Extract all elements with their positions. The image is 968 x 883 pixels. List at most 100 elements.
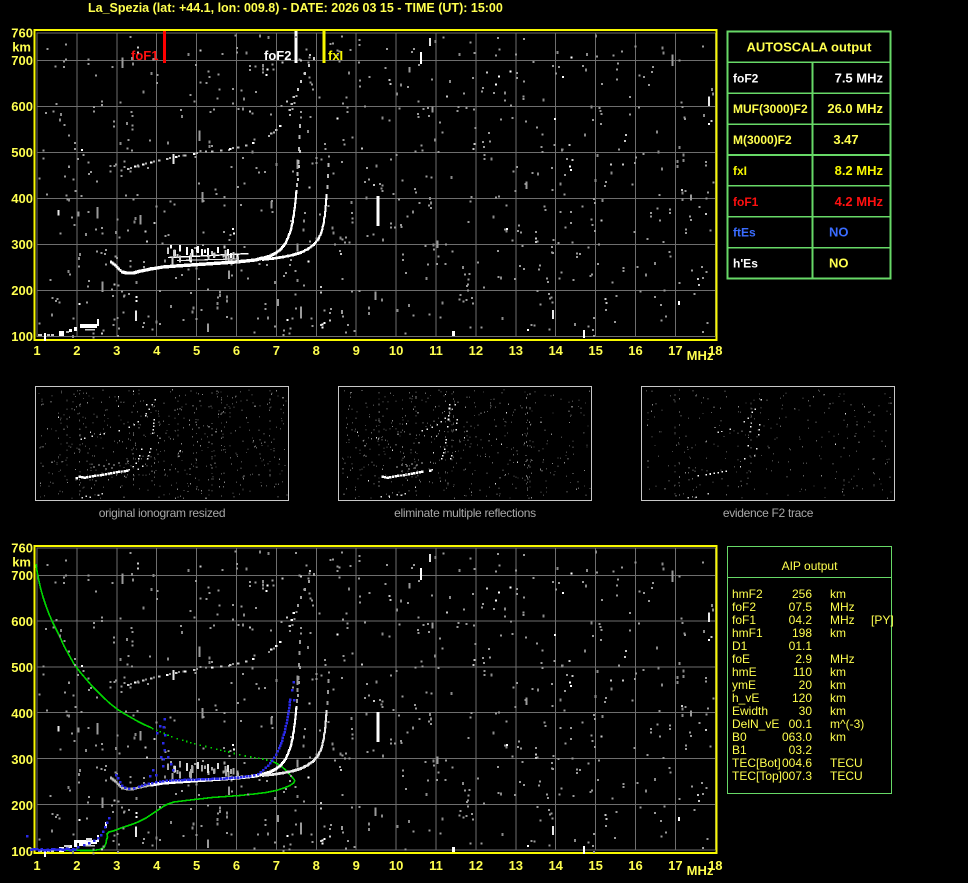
svg-text:km: km — [830, 704, 846, 718]
svg-text:00.1: 00.1 — [789, 717, 813, 731]
svg-text:3: 3 — [113, 343, 120, 358]
svg-text:km: km — [830, 587, 846, 601]
svg-text:760: 760 — [11, 541, 33, 556]
svg-text:400: 400 — [11, 706, 33, 721]
svg-text:original ionogram resized: original ionogram resized — [99, 506, 226, 520]
svg-text:110: 110 — [793, 665, 812, 679]
svg-text:01.1: 01.1 — [789, 639, 813, 653]
svg-text:evidence F2 trace: evidence F2 trace — [723, 506, 814, 520]
svg-text:063.0: 063.0 — [782, 730, 812, 744]
svg-text:04.2: 04.2 — [789, 613, 813, 627]
svg-text:1: 1 — [33, 858, 40, 873]
svg-text:8: 8 — [313, 858, 320, 873]
svg-text:MHz: MHz — [830, 613, 855, 627]
svg-text:15: 15 — [588, 858, 602, 873]
svg-text:8: 8 — [313, 343, 320, 358]
svg-text:TECU: TECU — [830, 769, 863, 783]
svg-text:007.3: 007.3 — [782, 769, 812, 783]
svg-text:ftEs: ftEs — [733, 226, 756, 240]
svg-text:MHz: MHz — [687, 348, 714, 363]
svg-text:NO: NO — [829, 256, 849, 271]
svg-text:km: km — [830, 730, 846, 744]
svg-text:4: 4 — [153, 343, 161, 358]
svg-text:6: 6 — [233, 343, 240, 358]
svg-text:17: 17 — [668, 858, 682, 873]
svg-text:2: 2 — [73, 343, 80, 358]
svg-text:TEC[Top]: TEC[Top] — [732, 769, 782, 783]
svg-text:foF2: foF2 — [733, 71, 759, 85]
svg-text:M(3000)F2: M(3000)F2 — [733, 133, 792, 147]
svg-text:200: 200 — [11, 798, 33, 813]
svg-text:100: 100 — [11, 329, 33, 344]
svg-text:NO: NO — [829, 225, 849, 240]
svg-text:13: 13 — [509, 343, 523, 358]
svg-text:14: 14 — [548, 343, 563, 358]
svg-text:8.2 MHz: 8.2 MHz — [835, 163, 884, 178]
svg-text:km: km — [830, 678, 846, 692]
svg-text:300: 300 — [11, 237, 33, 252]
svg-text:16: 16 — [628, 343, 642, 358]
svg-text:ymE: ymE — [732, 678, 756, 692]
svg-text:MHz: MHz — [687, 863, 714, 878]
svg-text:03.2: 03.2 — [789, 743, 813, 757]
svg-text:[PY]: [PY] — [871, 613, 894, 627]
svg-text:TEC[Bot]: TEC[Bot] — [732, 756, 781, 770]
svg-text:20: 20 — [799, 678, 813, 692]
svg-text:13: 13 — [509, 858, 523, 873]
svg-text:256: 256 — [792, 587, 812, 601]
svg-text:4.2 MHz: 4.2 MHz — [835, 194, 884, 209]
svg-text:AIP output: AIP output — [782, 559, 838, 573]
svg-text:5: 5 — [193, 858, 200, 873]
svg-text:km: km — [830, 691, 846, 705]
svg-text:B1: B1 — [732, 743, 747, 757]
svg-text:Ewidth: Ewidth — [732, 704, 768, 718]
svg-text:300: 300 — [11, 752, 33, 767]
svg-text:7: 7 — [273, 858, 280, 873]
svg-text:400: 400 — [11, 191, 33, 206]
svg-text:foE: foE — [732, 652, 750, 666]
svg-text:11: 11 — [429, 343, 443, 358]
svg-text:5: 5 — [193, 343, 200, 358]
svg-text:11: 11 — [429, 858, 443, 873]
svg-text:foF2: foF2 — [264, 48, 291, 63]
svg-text:km: km — [12, 555, 31, 570]
svg-text:500: 500 — [11, 660, 33, 675]
svg-text:foF1: foF1 — [732, 613, 756, 627]
svg-text:10: 10 — [389, 858, 403, 873]
svg-text:hmE: hmE — [732, 665, 757, 679]
svg-text:TECU: TECU — [830, 756, 863, 770]
svg-text:12: 12 — [469, 858, 483, 873]
svg-text:hmF1: hmF1 — [732, 626, 763, 640]
svg-text:MHz: MHz — [830, 652, 855, 666]
svg-text:7: 7 — [273, 343, 280, 358]
svg-text:eliminate multiple reflections: eliminate multiple reflections — [394, 506, 536, 520]
svg-text:hmF2: hmF2 — [732, 587, 763, 601]
svg-text:7.5 MHz: 7.5 MHz — [835, 70, 884, 85]
svg-text:600: 600 — [11, 99, 33, 114]
svg-text:km: km — [830, 626, 846, 640]
svg-text:9: 9 — [353, 858, 360, 873]
svg-text:foF1: foF1 — [733, 195, 759, 209]
svg-text:MUF(3000)F2: MUF(3000)F2 — [733, 102, 808, 116]
svg-text:m^(-3): m^(-3) — [830, 717, 864, 731]
svg-text:h'Es: h'Es — [733, 257, 758, 271]
svg-text:004.6: 004.6 — [782, 756, 812, 770]
svg-text:700: 700 — [11, 53, 33, 68]
svg-text:2.9: 2.9 — [795, 652, 812, 666]
svg-text:km: km — [830, 665, 846, 679]
svg-text:26.0 MHz: 26.0 MHz — [827, 101, 883, 116]
svg-text:500: 500 — [11, 145, 33, 160]
svg-text:120: 120 — [792, 691, 812, 705]
svg-text:30: 30 — [799, 704, 813, 718]
svg-text:D1: D1 — [732, 639, 748, 653]
svg-text:12: 12 — [469, 343, 483, 358]
svg-text:760: 760 — [11, 26, 33, 41]
svg-text:foF2: foF2 — [732, 600, 756, 614]
svg-text:17: 17 — [668, 343, 682, 358]
svg-text:AUTOSCALA output: AUTOSCALA output — [747, 39, 873, 54]
svg-text:h_vE: h_vE — [732, 691, 759, 705]
svg-text:La_Spezia (lat: +44.1, lon: 00: La_Spezia (lat: +44.1, lon: 009.8) - DAT… — [88, 1, 503, 15]
svg-text:4: 4 — [153, 858, 161, 873]
svg-text:200: 200 — [11, 283, 33, 298]
svg-text:6: 6 — [233, 858, 240, 873]
